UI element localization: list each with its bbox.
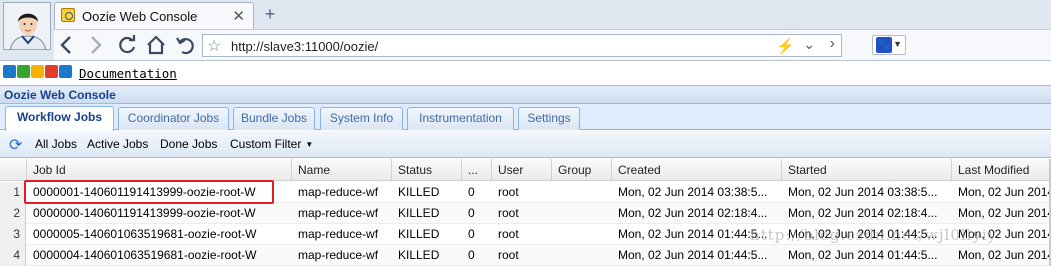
cell-last-modified: Mon, 02 Jun 2014 bbox=[958, 206, 1051, 220]
star-icon[interactable]: ☆ bbox=[207, 36, 221, 56]
chevron-right-icon[interactable]: › bbox=[830, 35, 835, 53]
cell-name: map-reduce-wf bbox=[298, 248, 379, 262]
tab-strip: Oozie Web Console ✕ + bbox=[54, 0, 1051, 29]
row-number: 4 bbox=[0, 245, 26, 266]
selection-highlight-box bbox=[24, 180, 274, 204]
column-header-started[interactable]: Started bbox=[782, 159, 952, 181]
address-bar[interactable]: ☆ http://slave3:11000/oozie/ ⚡ ⌄ › bbox=[202, 34, 842, 57]
cell-name: map-reduce-wf bbox=[298, 227, 379, 241]
cell-job-id: 0000005-140601063519681-oozie-root-W bbox=[33, 227, 257, 241]
tab-bar: Workflow Jobs Coordinator Jobs Bundle Jo… bbox=[0, 104, 1051, 131]
active-jobs-button[interactable]: Active Jobs bbox=[87, 137, 148, 151]
documentation-link[interactable]: Documentation bbox=[79, 66, 177, 81]
cell-name: map-reduce-wf bbox=[298, 206, 379, 220]
cell-run: 0 bbox=[468, 206, 475, 220]
cell-user: root bbox=[498, 185, 519, 199]
dropdown-arrow-icon: ▼ bbox=[305, 140, 314, 149]
tab-instrumentation[interactable]: Instrumentation bbox=[407, 107, 514, 130]
cell-started: Mon, 02 Jun 2014 01:44:5... bbox=[788, 248, 938, 262]
cell-user: root bbox=[498, 206, 519, 220]
new-tab-icon[interactable]: + bbox=[259, 4, 281, 26]
cell-status: KILLED bbox=[398, 206, 440, 220]
cell-user: root bbox=[498, 227, 519, 241]
cell-job-id: 0000004-140601063519681-oozie-root-W bbox=[33, 248, 257, 262]
tab-bundle-jobs[interactable]: Bundle Jobs bbox=[233, 107, 315, 130]
reload-icon[interactable] bbox=[114, 32, 140, 58]
browser-tab[interactable]: Oozie Web Console ✕ bbox=[54, 2, 254, 29]
tab-settings[interactable]: Settings bbox=[518, 107, 580, 130]
undo-icon[interactable] bbox=[172, 32, 198, 58]
cell-name: map-reduce-wf bbox=[298, 185, 379, 199]
column-header-run[interactable]: ... bbox=[462, 159, 492, 181]
cell-group bbox=[552, 245, 612, 266]
column-header-last-modified[interactable]: Last Modified bbox=[952, 159, 1051, 181]
custom-filter-button[interactable]: Custom Filter ▼ bbox=[230, 137, 313, 151]
refresh-icon[interactable]: ⟳ bbox=[9, 135, 22, 155]
lightning-icon[interactable]: ⚡ bbox=[776, 37, 795, 55]
column-header-status[interactable]: Status bbox=[392, 159, 462, 181]
done-jobs-button[interactable]: Done Jobs bbox=[160, 137, 217, 151]
cell-started: Mon, 02 Jun 2014 03:38:5... bbox=[788, 185, 938, 199]
table-row[interactable]: 4 0000004-140601063519681-oozie-root-W m… bbox=[0, 245, 1051, 266]
browser-chrome: Oozie Web Console ✕ + ☆ http://slave3:11… bbox=[0, 0, 1051, 61]
console-title: Oozie Web Console bbox=[4, 88, 116, 102]
column-header-created[interactable]: Created bbox=[612, 159, 782, 181]
column-header-user[interactable]: User bbox=[492, 159, 552, 181]
console-title-bar: Oozie Web Console bbox=[0, 85, 1051, 104]
cell-started: Mon, 02 Jun 2014 02:18:4... bbox=[788, 206, 938, 220]
all-jobs-button[interactable]: All Jobs bbox=[35, 137, 77, 151]
chevron-down-icon[interactable]: ⌄ bbox=[803, 36, 815, 53]
caret-down-icon: ▼ bbox=[893, 39, 902, 49]
cell-last-modified: Mon, 02 Jun 2014 bbox=[958, 185, 1051, 199]
tab-coordinator-jobs[interactable]: Coordinator Jobs bbox=[118, 107, 229, 130]
cell-status: KILLED bbox=[398, 227, 440, 241]
cell-created: Mon, 02 Jun 2014 03:38:5... bbox=[618, 185, 768, 199]
cell-job-id: 0000000-140601191413999-oozie-root-W bbox=[33, 206, 256, 220]
oozie-favicon-icon bbox=[61, 8, 75, 22]
column-header-group[interactable]: Group bbox=[552, 159, 612, 181]
column-header-name[interactable]: Name bbox=[292, 159, 392, 181]
tab-workflow-jobs[interactable]: Workflow Jobs bbox=[5, 106, 114, 131]
cell-run: 0 bbox=[468, 185, 475, 199]
browser-toolbar: ☆ http://slave3:11000/oozie/ ⚡ ⌄ › 🐾 ▼ bbox=[54, 29, 1051, 60]
avatar-image bbox=[4, 3, 50, 49]
tab-system-info[interactable]: System Info bbox=[320, 107, 403, 130]
close-tab-icon[interactable]: ✕ bbox=[232, 7, 245, 25]
forward-icon[interactable] bbox=[82, 32, 108, 58]
custom-filter-label: Custom Filter bbox=[230, 137, 302, 151]
row-number-header bbox=[0, 159, 27, 181]
home-icon[interactable] bbox=[143, 32, 169, 58]
cell-status: KILLED bbox=[398, 248, 440, 262]
cell-last-modified: Mon, 02 Jun 2014 bbox=[958, 248, 1051, 262]
row-number: 2 bbox=[0, 203, 26, 224]
cell-run: 0 bbox=[468, 227, 475, 241]
row-number: 3 bbox=[0, 224, 26, 245]
baidu-paw-button[interactable]: 🐾 ▼ bbox=[872, 35, 906, 55]
cell-group bbox=[552, 203, 612, 224]
cell-status: KILLED bbox=[398, 185, 440, 199]
browser-tab-title: Oozie Web Console bbox=[82, 9, 198, 24]
baidu-paw-icon: 🐾 bbox=[876, 37, 892, 53]
cell-group bbox=[552, 224, 612, 245]
grid-header: Job Id Name Status ... User Group Create… bbox=[0, 159, 1051, 181]
table-row[interactable]: 2 0000000-140601191413999-oozie-root-W m… bbox=[0, 203, 1051, 224]
profile-avatar[interactable] bbox=[3, 2, 51, 50]
grid-toolbar: ⟳ All Jobs Active Jobs Done Jobs Custom … bbox=[0, 131, 1051, 158]
watermark: http://blog.csdn.net/wjl0llyiy bbox=[750, 226, 998, 244]
cell-run: 0 bbox=[468, 248, 475, 262]
cell-created: Mon, 02 Jun 2014 02:18:4... bbox=[618, 206, 768, 220]
url-text[interactable]: http://slave3:11000/oozie/ bbox=[231, 39, 378, 54]
column-header-job-id[interactable]: Job Id bbox=[27, 159, 292, 181]
row-number: 1 bbox=[0, 182, 26, 203]
oozie-logo bbox=[3, 64, 73, 79]
back-icon[interactable] bbox=[54, 32, 80, 58]
cell-created: Mon, 02 Jun 2014 01:44:5... bbox=[618, 248, 768, 262]
cell-group bbox=[552, 182, 612, 203]
cell-user: root bbox=[498, 248, 519, 262]
